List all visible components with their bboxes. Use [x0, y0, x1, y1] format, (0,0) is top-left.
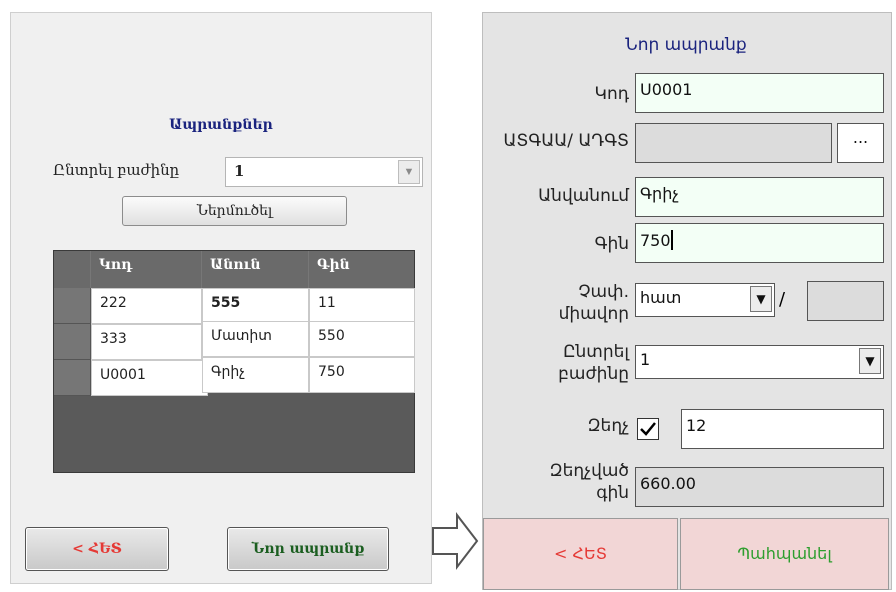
- row-selector[interactable]: [54, 360, 91, 396]
- table-cell-price[interactable]: 11: [309, 288, 415, 324]
- discounted-price-field: 660.00: [635, 467, 884, 507]
- chevron-down-icon[interactable]: ▼: [859, 348, 881, 374]
- chevron-down-icon[interactable]: ▼: [398, 160, 420, 184]
- discount-field[interactable]: 12: [681, 409, 884, 449]
- text-cursor: [670, 230, 673, 250]
- table-cell-code[interactable]: 333: [91, 324, 202, 360]
- discount-label: Զեղչ: [587, 416, 629, 436]
- table-cell-code[interactable]: 222: [91, 288, 202, 324]
- name-label: Անվանում: [538, 186, 629, 206]
- column-header-name[interactable]: Անուն: [202, 251, 309, 288]
- products-table: Կոդ Անուն Գին 222 555 11 333 Մատիտ 550 Ս…: [53, 250, 415, 473]
- unit-label: Չափ. միավոր: [558, 282, 629, 324]
- price-field[interactable]: 750: [635, 223, 884, 263]
- column-header-price[interactable]: Գին: [309, 251, 414, 288]
- new-product-form: Նոր ապրանք Կոդ Ս0001 ԱՏԳԱԱ/ ԱԴԳՏ ... Անվ…: [482, 12, 892, 590]
- department-select-value: 1: [640, 350, 651, 369]
- department-select[interactable]: 1 ▼: [225, 157, 423, 187]
- department-label: Ընտրել բաժինը: [53, 161, 180, 179]
- classifier-field[interactable]: [635, 123, 832, 163]
- unit-extra-field[interactable]: [807, 281, 884, 321]
- discounted-price-label: Զեղչված գին: [549, 461, 629, 503]
- browse-button[interactable]: ...: [837, 123, 884, 163]
- chevron-down-icon[interactable]: ▼: [750, 286, 772, 312]
- back-button[interactable]: < ՀԵՏ: [25, 527, 169, 571]
- price-label: Գին: [594, 234, 629, 254]
- table-cell-name[interactable]: Մատիտ: [202, 321, 309, 357]
- code-field[interactable]: Ս0001: [635, 73, 884, 113]
- page-title: Ապրանքներ: [169, 117, 273, 133]
- table-cell-name[interactable]: 555: [202, 288, 309, 324]
- unit-select-value: հատ: [640, 288, 682, 307]
- department-label: Ընտրել բաժինը: [558, 342, 629, 384]
- classifier-label: ԱՏԳԱԱ/ ԱԴԳՏ: [503, 131, 629, 151]
- row-header-corner: [54, 251, 91, 288]
- department-select[interactable]: 1 ▼: [635, 345, 884, 379]
- column-header-code[interactable]: Կոդ: [91, 251, 202, 288]
- unit-separator: /: [779, 289, 786, 310]
- product-list-panel: Ապրանքներ Ընտրել բաժինը 1 ▼ Ներմուծել Կո…: [10, 12, 432, 584]
- table-cell-price[interactable]: 750: [309, 357, 415, 393]
- discount-checkbox[interactable]: [637, 418, 659, 440]
- arrow-right-icon: [432, 512, 479, 570]
- checkmark-icon: [640, 422, 656, 436]
- back-button[interactable]: < ՀԵՏ: [483, 518, 678, 590]
- price-value: 750: [640, 231, 671, 250]
- name-field[interactable]: Գրիչ: [635, 177, 884, 217]
- import-button[interactable]: Ներմուծել: [122, 196, 347, 226]
- row-selector[interactable]: [54, 324, 91, 360]
- save-button[interactable]: Պահպանել: [680, 518, 889, 590]
- department-select-value: 1: [234, 162, 245, 180]
- unit-select[interactable]: հատ ▼: [635, 283, 775, 317]
- new-product-button[interactable]: Նոր ապրանք: [227, 527, 389, 571]
- code-label: Կոդ: [594, 84, 630, 104]
- row-selector[interactable]: [54, 288, 91, 324]
- form-title: Նոր ապրանք: [625, 35, 747, 55]
- table-cell-name[interactable]: Գրիչ: [202, 357, 309, 393]
- table-cell-price[interactable]: 550: [309, 321, 415, 357]
- table-cell-code[interactable]: Ս0001: [91, 360, 208, 396]
